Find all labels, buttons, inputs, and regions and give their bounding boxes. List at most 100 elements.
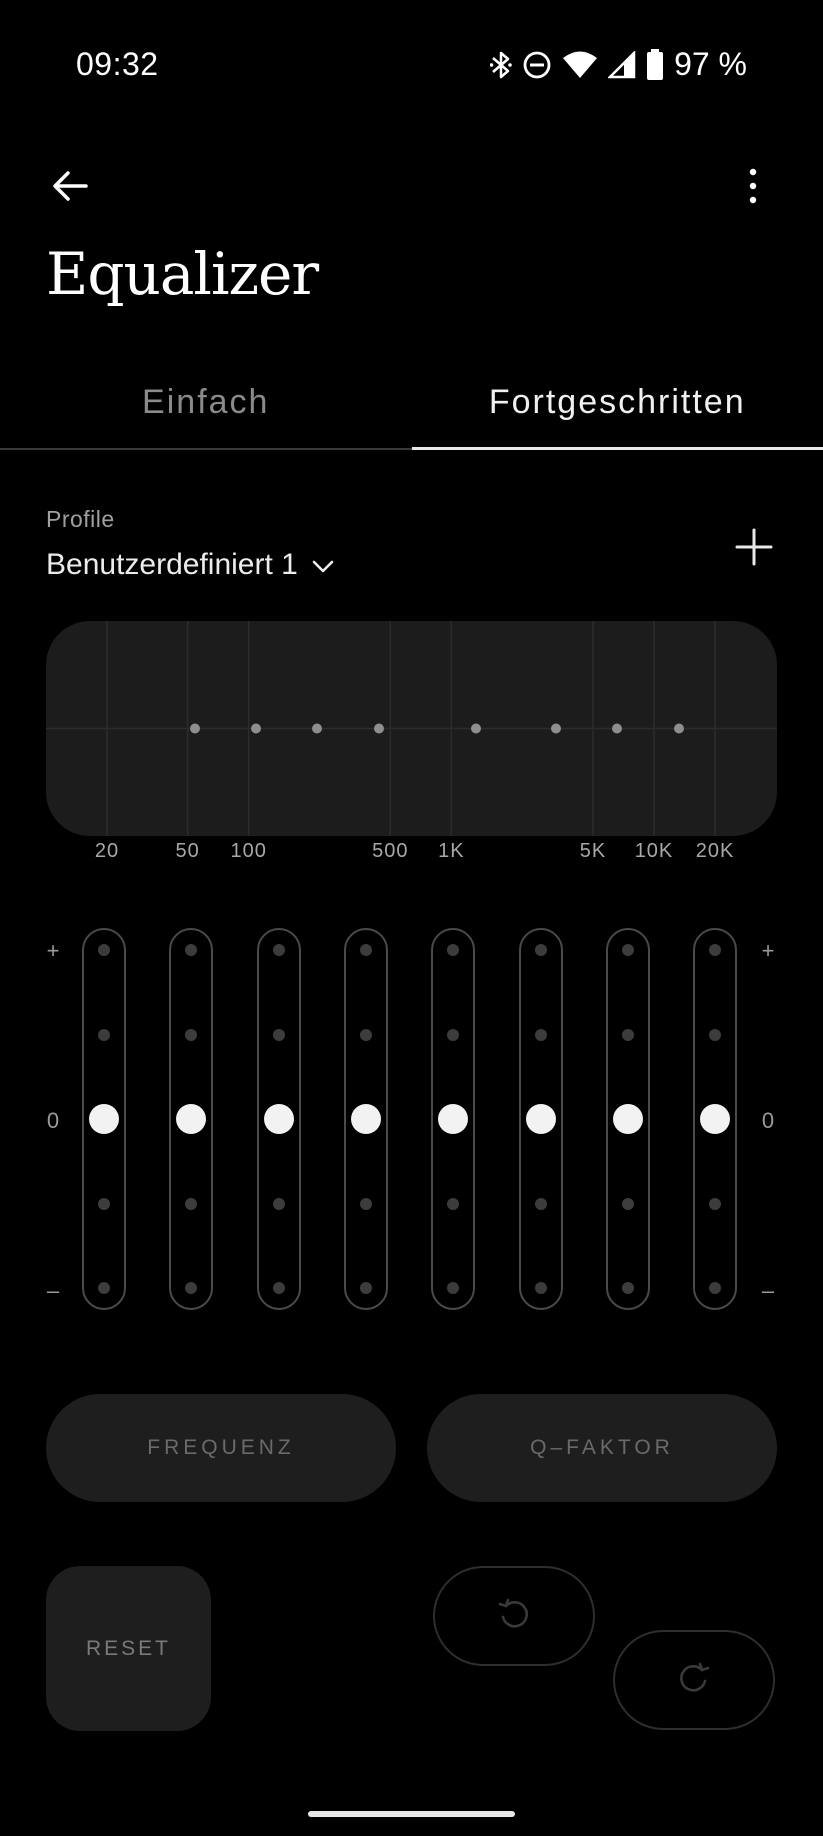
graph-band-point[interactable] <box>374 723 384 734</box>
slider-knob[interactable] <box>700 1104 730 1134</box>
slider-step-dot <box>185 1197 197 1210</box>
slider-knob[interactable] <box>526 1104 556 1134</box>
do-not-disturb-icon <box>522 50 552 80</box>
bluetooth-icon <box>490 49 512 81</box>
graph-band-point[interactable] <box>674 723 684 734</box>
band-slider-5[interactable] <box>431 928 475 1310</box>
slider-knob[interactable] <box>351 1104 381 1134</box>
redo-button[interactable] <box>613 1630 775 1730</box>
undo-icon <box>497 1597 531 1636</box>
cellular-signal-icon <box>608 50 636 79</box>
frequency-tick-label: 100 <box>230 840 267 862</box>
frequency-tick-label: 50 <box>175 840 200 862</box>
slider-step-dot <box>709 1197 721 1210</box>
chevron-down-icon <box>312 548 334 582</box>
battery-percent: 97 % <box>674 46 747 82</box>
slider-step-dot <box>273 1197 285 1210</box>
slider-step-dot <box>622 1282 634 1294</box>
profile-selected-value: Benutzerdefiniert 1 <box>46 548 298 581</box>
status-icons: 97 % <box>490 46 747 83</box>
slider-knob[interactable] <box>613 1104 643 1134</box>
frequency-button[interactable]: FREQUENZ <box>46 1394 396 1502</box>
reset-button[interactable]: RESET <box>46 1566 211 1731</box>
slider-step-dot <box>709 1028 721 1041</box>
eq-graph-canvas <box>46 621 777 836</box>
profile-dropdown[interactable]: Benutzerdefiniert 1 <box>46 548 334 582</box>
zero-label-right: 0 <box>761 1108 775 1133</box>
graph-band-point[interactable] <box>612 723 622 734</box>
band-slider-4[interactable] <box>344 928 388 1310</box>
eq-response-graph <box>46 621 777 836</box>
slider-step-dot <box>360 1282 372 1294</box>
profile-label: Profile <box>46 506 115 532</box>
slider-step-dot <box>535 1028 547 1041</box>
home-indicator[interactable] <box>308 1811 515 1817</box>
tab-einfach[interactable]: Einfach <box>0 372 412 448</box>
slider-step-dot <box>709 1282 721 1294</box>
slider-knob[interactable] <box>89 1104 119 1134</box>
band-slider-3[interactable] <box>257 928 301 1310</box>
tab-bar: Einfach Fortgeschritten <box>0 372 823 450</box>
wifi-icon <box>562 51 598 79</box>
graph-band-point[interactable] <box>251 723 261 734</box>
slider-step-dot <box>98 944 110 956</box>
graph-band-point[interactable] <box>471 723 481 734</box>
zero-label-left: 0 <box>46 1108 60 1133</box>
more-vert-icon <box>748 168 758 209</box>
slider-step-dot <box>535 944 547 956</box>
graph-band-point[interactable] <box>312 723 322 734</box>
q-factor-button[interactable]: Q–FAKTOR <box>427 1394 777 1502</box>
slider-step-dot <box>360 1197 372 1210</box>
slider-step-dot <box>98 1028 110 1041</box>
frequency-tick-label: 5K <box>579 840 607 862</box>
frequency-tick-label: 1K <box>438 840 465 862</box>
frequency-tick-label: 20K <box>695 840 735 862</box>
frequency-tick-label: 10K <box>634 840 674 862</box>
graph-band-point[interactable] <box>551 723 561 734</box>
plus-label-right: + <box>761 938 775 963</box>
graph-band-point[interactable] <box>190 723 200 734</box>
slider-step-dot <box>185 1028 197 1041</box>
slider-step-dot <box>273 1028 285 1041</box>
slider-step-dot <box>98 1282 110 1294</box>
slider-step-dot <box>622 944 634 956</box>
band-slider-7[interactable] <box>606 928 650 1310</box>
slider-step-dot <box>535 1282 547 1294</box>
back-button[interactable] <box>42 160 98 216</box>
slider-step-dot <box>535 1197 547 1210</box>
page-title: Equalizer <box>46 240 319 308</box>
band-slider-6[interactable] <box>519 928 563 1310</box>
frequency-tick-label: 20 <box>94 840 120 862</box>
slider-knob[interactable] <box>438 1104 468 1134</box>
slider-knob[interactable] <box>176 1104 206 1134</box>
minus-label-right: – <box>761 1278 775 1303</box>
status-time: 09:32 <box>76 46 159 82</box>
slider-step-dot <box>273 1282 285 1294</box>
slider-step-dot <box>709 944 721 956</box>
slider-step-dot <box>447 1028 459 1041</box>
plus-label-left: + <box>46 938 60 963</box>
band-slider-2[interactable] <box>169 928 213 1310</box>
slider-step-dot <box>622 1028 634 1041</box>
slider-step-dot <box>622 1197 634 1210</box>
battery-icon <box>646 48 664 81</box>
slider-step-dot <box>360 944 372 956</box>
undo-button[interactable] <box>433 1566 595 1666</box>
slider-step-dot <box>447 1197 459 1210</box>
slider-step-dot <box>98 1197 110 1210</box>
tab-fortgeschritten[interactable]: Fortgeschritten <box>411 372 823 450</box>
minus-label-left: – <box>46 1278 60 1303</box>
arrow-left-icon <box>52 170 88 207</box>
slider-step-dot <box>447 1282 459 1294</box>
band-slider-8[interactable] <box>693 928 737 1310</box>
slider-step-dot <box>273 944 285 956</box>
more-options-button[interactable] <box>725 160 781 216</box>
slider-step-dot <box>360 1028 372 1041</box>
slider-knob[interactable] <box>264 1104 294 1134</box>
slider-step-dot <box>185 1282 197 1294</box>
slider-step-dot <box>447 944 459 956</box>
redo-icon <box>677 1661 711 1700</box>
add-profile-button[interactable] <box>729 522 779 572</box>
plus-icon <box>729 528 779 576</box>
band-slider-1[interactable] <box>82 928 126 1310</box>
